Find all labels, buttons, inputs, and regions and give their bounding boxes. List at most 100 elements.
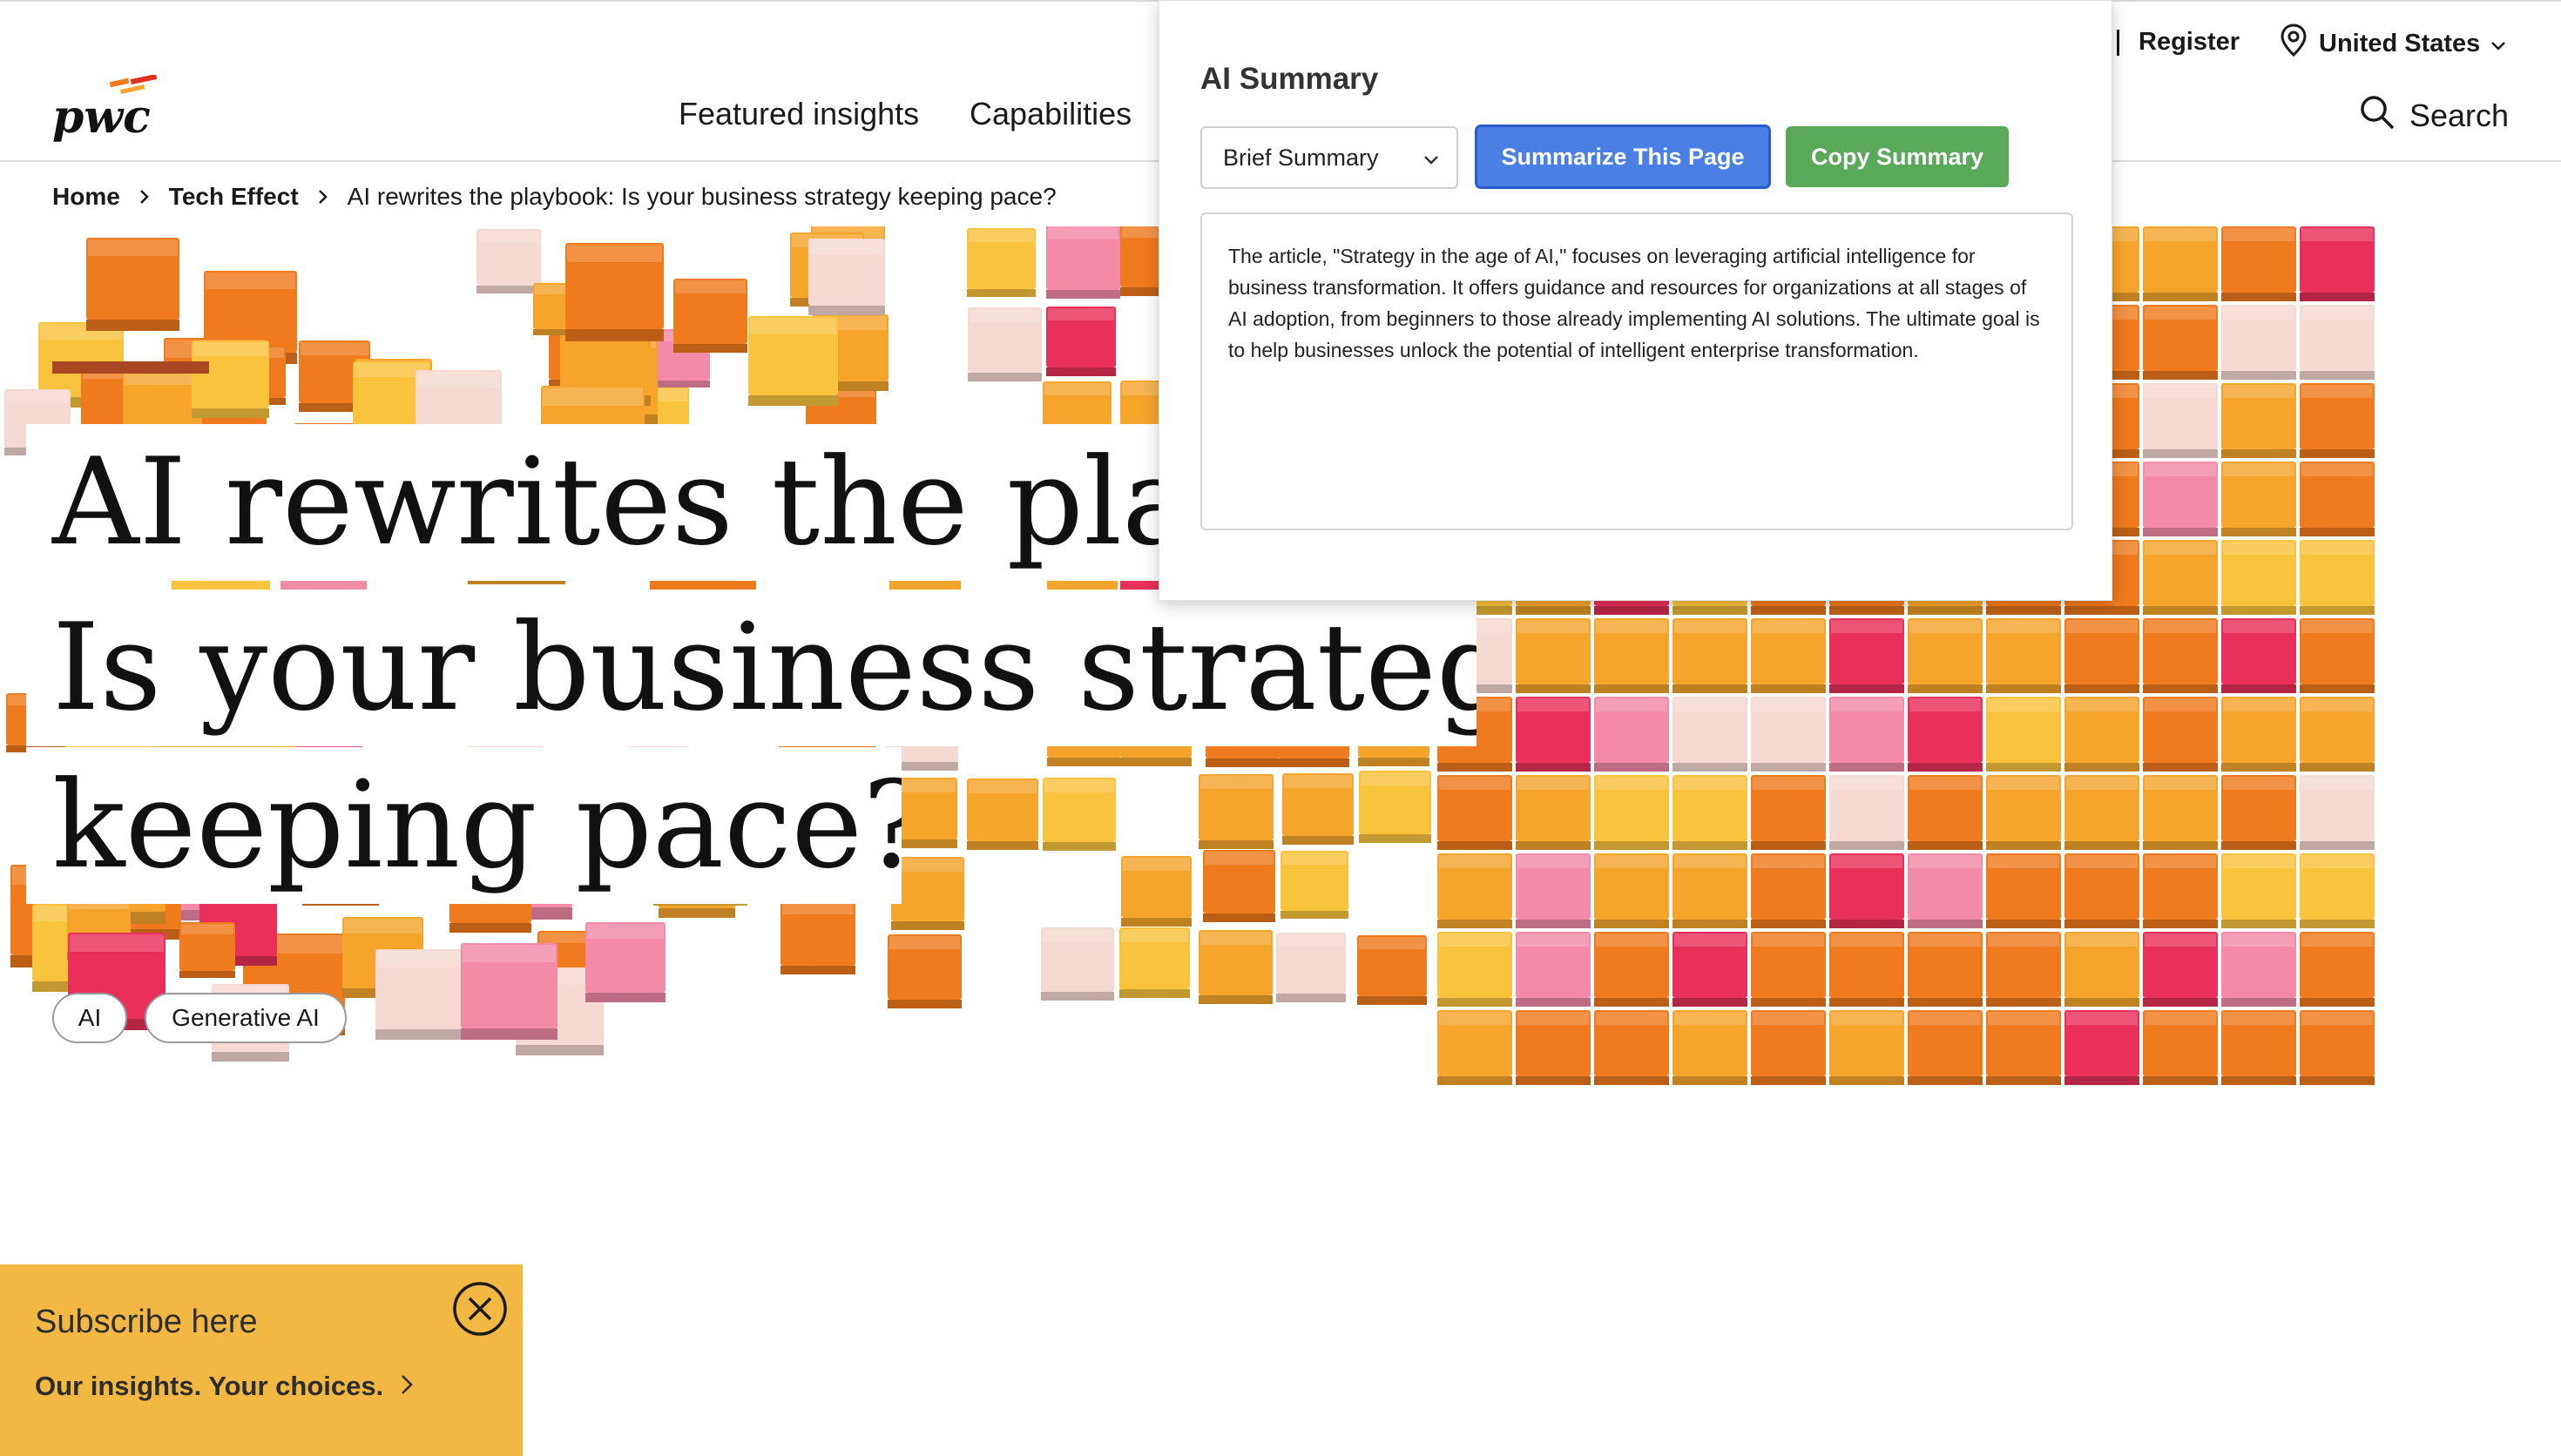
ai-summary-panel: AI Summary Brief Summary Summarize This … bbox=[1159, 0, 2112, 601]
cube-tile bbox=[2064, 618, 2139, 693]
copy-summary-button[interactable]: Copy Summary bbox=[1786, 126, 2009, 187]
cube-tile bbox=[2300, 932, 2375, 1007]
cube-tile bbox=[1751, 775, 1826, 850]
cube-tile bbox=[1276, 933, 1346, 1002]
cube-tile bbox=[2064, 697, 2139, 772]
breadcrumb-home[interactable]: Home bbox=[52, 183, 120, 211]
cube-tile bbox=[1516, 618, 1591, 693]
cube-tile bbox=[2221, 775, 2296, 850]
cube-tile bbox=[476, 229, 541, 293]
cube-tile bbox=[1908, 853, 1983, 928]
cube-tile bbox=[2221, 305, 2296, 380]
cube-tile bbox=[2300, 305, 2375, 380]
cube-tile bbox=[1751, 1010, 1826, 1085]
summarize-page-button[interactable]: Summarize This Page bbox=[1475, 125, 1771, 189]
cube-tile bbox=[673, 279, 747, 353]
cube-tile bbox=[1908, 932, 1983, 1007]
cube-tile bbox=[1829, 697, 1904, 772]
cube-tile bbox=[1119, 927, 1190, 998]
cube-tile bbox=[1357, 935, 1427, 1005]
cube-tile bbox=[1043, 778, 1116, 851]
location-pin-icon bbox=[2279, 23, 2308, 64]
subscribe-link-label: Our insights. Your choices. bbox=[35, 1371, 384, 1401]
cube-tile bbox=[2143, 1010, 2218, 1085]
cube-tile bbox=[780, 900, 855, 974]
cube-tile bbox=[565, 243, 664, 341]
cube-tile bbox=[2221, 226, 2296, 301]
cube-tile bbox=[1829, 618, 1904, 693]
cube-tile bbox=[2221, 618, 2296, 693]
cube-tile bbox=[2143, 462, 2218, 536]
cube-tile bbox=[1751, 697, 1826, 772]
cube-tile bbox=[1516, 775, 1591, 850]
cube-tile bbox=[1986, 618, 2061, 693]
close-circle-icon[interactable] bbox=[451, 1280, 509, 1338]
hero-title-line: keeping pace? bbox=[26, 747, 902, 904]
cube-tile bbox=[967, 228, 1036, 297]
cube-tile bbox=[891, 857, 964, 930]
breadcrumb-tech-effect[interactable]: Tech Effect bbox=[169, 183, 299, 211]
cube-tile bbox=[2300, 697, 2375, 772]
hero-title-line: AI rewrites the playbook: bbox=[26, 424, 1176, 581]
nav-featured-insights[interactable]: Featured insights bbox=[679, 96, 919, 132]
cube-tile bbox=[1829, 1010, 1904, 1085]
cube-tile bbox=[2143, 618, 2218, 693]
subscribe-link[interactable]: Our insights. Your choices. bbox=[35, 1369, 413, 1404]
svg-text:pwc: pwc bbox=[52, 91, 151, 144]
tag-generative-ai[interactable]: Generative AI bbox=[145, 993, 347, 1043]
cube-tile bbox=[888, 934, 962, 1008]
cube-tile bbox=[1594, 697, 1669, 772]
chevron-down-icon bbox=[1423, 145, 1439, 172]
cube-tile bbox=[2300, 1010, 2375, 1085]
chevron-right-icon bbox=[401, 1371, 413, 1402]
cube-tile bbox=[2221, 697, 2296, 772]
cube-tile bbox=[1751, 853, 1826, 928]
cube-tile bbox=[1672, 932, 1747, 1007]
cube-tile bbox=[1203, 850, 1275, 922]
pwc-logo[interactable]: pwc bbox=[51, 73, 181, 145]
cube-tile bbox=[585, 922, 666, 1002]
cube-tile bbox=[2143, 226, 2218, 301]
cube-tile bbox=[2064, 775, 2139, 850]
subscribe-banner: Subscribe here Our insights. Your choice… bbox=[0, 1264, 523, 1456]
summary-type-select[interactable]: Brief Summary bbox=[1200, 126, 1458, 189]
cube-tile bbox=[2221, 1010, 2296, 1085]
cube-tile bbox=[1594, 932, 1669, 1007]
cube-tile bbox=[1908, 618, 1983, 693]
cube-tile bbox=[2300, 853, 2375, 928]
cube-tile bbox=[1986, 775, 2061, 850]
cube-tile bbox=[179, 922, 235, 978]
cube-tile bbox=[2143, 697, 2218, 772]
cube-tile bbox=[2300, 383, 2375, 458]
search-icon bbox=[2359, 94, 2395, 138]
cube-tile bbox=[2221, 462, 2296, 536]
utility-divider bbox=[2117, 30, 2119, 56]
cube-tile bbox=[1672, 853, 1747, 928]
cube-tile bbox=[2300, 540, 2375, 615]
cube-tile bbox=[192, 340, 269, 418]
cube-tile bbox=[1437, 775, 1512, 850]
register-link[interactable]: Register bbox=[2139, 28, 2240, 57]
locale-selector[interactable]: United States bbox=[2279, 24, 2506, 63]
summary-output[interactable]: The article, "Strategy in the age of AI,… bbox=[1200, 212, 2073, 530]
cube-tile bbox=[2300, 226, 2375, 301]
tag-ai[interactable]: AI bbox=[52, 993, 127, 1043]
search-button[interactable]: Search bbox=[2359, 94, 2509, 138]
cube-tile bbox=[2143, 775, 2218, 850]
cube-tile bbox=[1986, 1010, 2061, 1085]
cube-tile bbox=[1829, 853, 1904, 928]
nav-capabilities[interactable]: Capabilities bbox=[970, 96, 1132, 132]
cube-tile bbox=[2143, 853, 2218, 928]
cube-tile bbox=[461, 943, 557, 1040]
ai-summary-title: AI Summary bbox=[1200, 62, 1379, 96]
cube-tile bbox=[1751, 932, 1826, 1007]
chevron-right-icon bbox=[139, 189, 150, 205]
cube-tile bbox=[1986, 697, 2061, 772]
cube-tile bbox=[1046, 307, 1116, 376]
cube-tile bbox=[1751, 618, 1826, 693]
cube-tile bbox=[1437, 932, 1512, 1007]
hero-accent-bar bbox=[52, 361, 209, 374]
cube-tile bbox=[1908, 697, 1983, 772]
hero-title-line: Is your business strategy bbox=[26, 590, 1476, 746]
cube-tile bbox=[1594, 853, 1669, 928]
